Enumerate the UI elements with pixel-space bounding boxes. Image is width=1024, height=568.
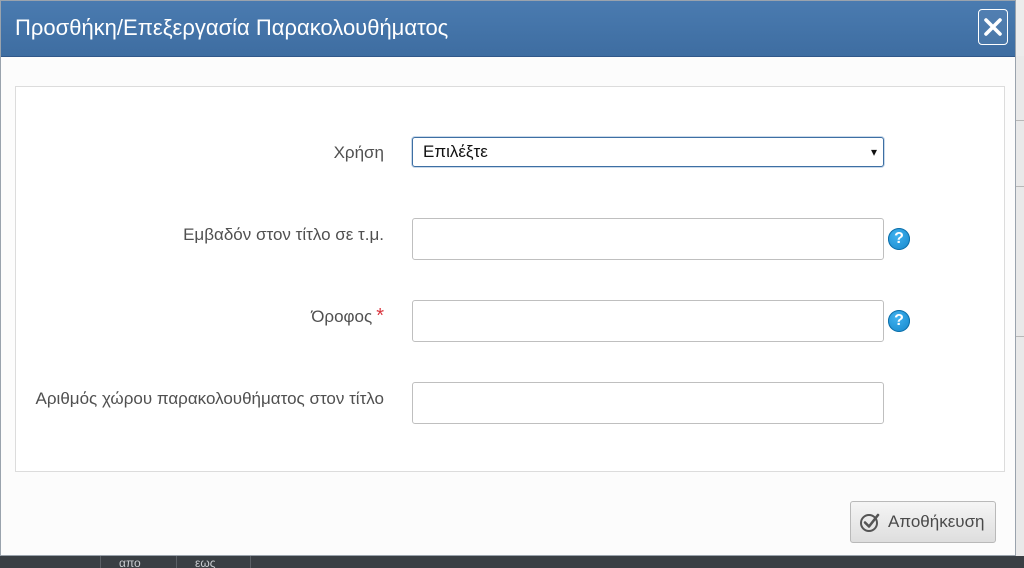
background-divider — [1016, 120, 1024, 121]
floor-label-text: Όροφος — [311, 307, 373, 326]
use-label: Χρήση — [334, 142, 384, 164]
space-number-label-text: Αριθμός χώρου παρακολουθήματος στον τίτλ… — [35, 389, 384, 408]
use-select[interactable]: Επιλέξτε ▾ — [412, 137, 884, 167]
help-icon[interactable]: ? — [888, 310, 910, 332]
background-col-to: εως — [176, 556, 216, 568]
close-button[interactable] — [978, 9, 1008, 45]
background-divider — [1016, 186, 1024, 187]
background-col-from: απο — [100, 556, 141, 568]
chevron-down-icon: ▾ — [870, 145, 877, 159]
space-number-label: Αριθμός χώρου παρακολουθήματος στον τίτλ… — [36, 388, 384, 410]
save-button[interactable]: Αποθήκευση — [850, 501, 996, 543]
dialog-header: Προσθήκη/Επεξεργασία Παρακολουθήματος — [1, 1, 1015, 57]
help-icon[interactable]: ? — [888, 228, 910, 250]
required-star: * — [376, 305, 384, 327]
save-button-label: Αποθήκευση — [888, 512, 985, 531]
dialog-title: Προσθήκη/Επεξεργασία Παρακολουθήματος — [15, 15, 449, 40]
background-table-header: απο εως — [0, 556, 1024, 568]
use-select-value: Επιλέξτε — [423, 142, 488, 161]
floor-label: Όροφος * — [311, 305, 384, 328]
background-divider — [1016, 336, 1024, 337]
space-number-input[interactable] — [412, 382, 884, 424]
area-label: Εμβαδόν στον τίτλο σε τ.μ. — [183, 224, 384, 246]
area-input[interactable] — [412, 218, 884, 260]
close-icon — [984, 18, 1002, 36]
form-panel: Χρήση Επιλέξτε ▾ Εμβαδόν στον τίτλο σε τ… — [15, 86, 1005, 472]
check-circle-icon — [860, 513, 880, 532]
floor-input[interactable] — [412, 300, 884, 342]
background-col-divider — [250, 556, 269, 568]
use-label-text: Χρήση — [333, 143, 384, 162]
edit-dialog: Προσθήκη/Επεξεργασία Παρακολουθήματος Χρ… — [0, 0, 1016, 556]
area-label-text: Εμβαδόν στον τίτλο σε τ.μ. — [183, 225, 384, 244]
